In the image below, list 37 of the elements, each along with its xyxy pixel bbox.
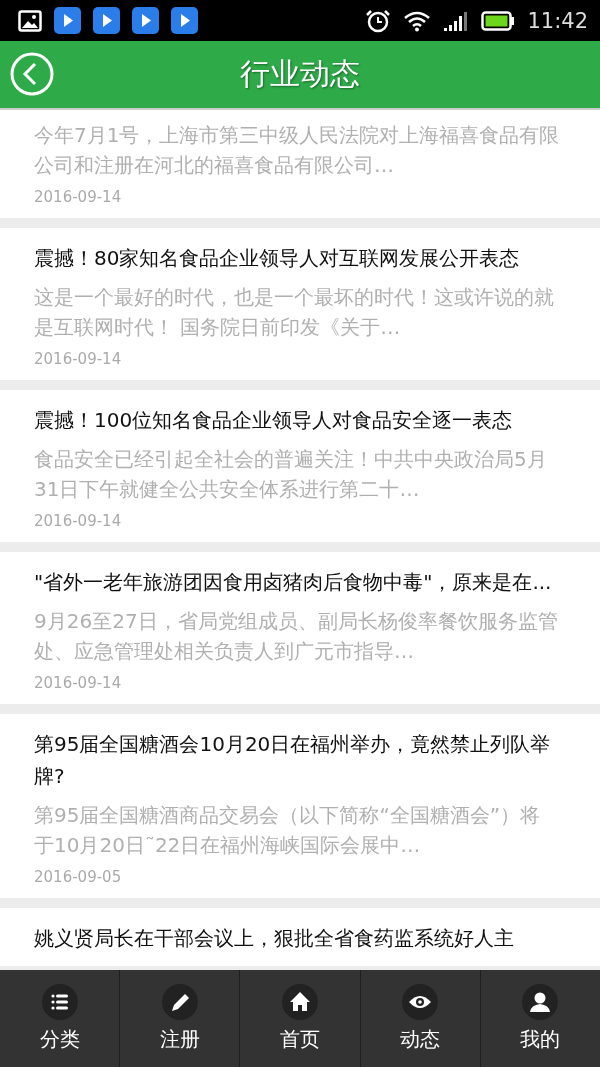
article-card[interactable]: "省外一老年旅游团因食用卤猪肉后食物中毒"，原来是在... 9月26至27日，省局党组成员、副局长杨俊率餐饮服务监管处、应急管理处相关负责人到广元市指导… 2016-09-14 — [0, 552, 600, 704]
home-icon — [282, 984, 318, 1020]
article-card[interactable]: 震撼！100位知名食品企业领导人对食品安全逐一表态 食品安全已经引起全社会的普遍关注！中共中央政治局5月31日下午就健全公共安全体系进行第二十… 2016-09-14 — [0, 390, 600, 542]
article-date: 2016-09-14 — [34, 674, 123, 692]
page-title: 行业动态 — [240, 55, 360, 93]
alarm-icon — [365, 8, 392, 33]
pencil-icon — [161, 984, 198, 1020]
wifi-icon — [403, 9, 432, 32]
list-icon — [41, 984, 78, 1020]
status-time: 11:42 — [527, 8, 588, 33]
article-date: 2016-09-14 — [34, 350, 123, 368]
article-title: 震撼！80家知名食品企业领导人对互联网发展公开表态 — [34, 245, 521, 272]
article-summary: 9月26至27日，省局党组成员、副局长杨俊率餐饮服务监管处、应急管理处相关负责人到广元市指导… — [34, 608, 559, 665]
article-title: 第95届全国糖酒会10月20日在福州举办，竟然禁止列队举牌? — [34, 731, 552, 790]
article-card[interactable]: 震撼！80家知名食品企业领导人对互联网发展公开表态 这是一个最好的时代，也是一个最坏的时代！这或许说的就是互联网时代！ 国务院日前印发《关于… 2016-09-14 — [0, 228, 600, 380]
article-title: 姚义贤局长在干部会议上，狠批全省食药监系统好人主 — [34, 925, 515, 952]
article-card[interactable]: 第95届全国糖酒会10月20日在福州举办，竟然禁止列队举牌? 第95届全国糖酒商品交易会（以下简称“全国糖酒会”）将于10月20日˜22日在福州海峡国际会展中… 2016-09-05 — [0, 714, 600, 898]
article-date: 2016-09-05 — [34, 868, 123, 886]
eye-icon — [402, 984, 439, 1020]
back-icon[interactable] — [10, 52, 54, 96]
user-icon — [522, 984, 559, 1020]
article-summary: 第95届全国糖酒商品交易会（以下简称“全国糖酒会”）将于10月20日˜22日在福州海峡国际会展中… — [34, 802, 542, 859]
article-summary: 食品安全已经引起全社会的普遍关注！中共中央政治局5月31日下午就健全公共安全体系进行第二十… — [34, 446, 548, 503]
article-summary: 今年7月1号，上海市第三中级人民法院对上海福喜食品有限公司和注册在河北的福喜食品有限公司… — [34, 122, 560, 179]
image-icon — [18, 9, 42, 32]
article-title: 震撼！100位知名食品企业领导人对食品安全逐一表态 — [34, 407, 514, 434]
signal-icon — [443, 9, 470, 32]
play-app-icon[interactable] — [54, 7, 81, 34]
battery-icon — [481, 10, 516, 31]
article-date: 2016-09-14 — [34, 188, 123, 206]
play-app-icon[interactable] — [171, 7, 198, 34]
article-card[interactable]: 姚义贤局长在干部会议上，狠批全省食药监系统好人主 — [0, 908, 600, 966]
article-summary: 这是一个最好的时代，也是一个最坏的时代！这或许说的就是互联网时代！ 国务院日前印发《关于… — [34, 284, 555, 341]
article-date: 2016-09-14 — [34, 512, 123, 530]
article-title: "省外一老年旅游团因食用卤猪肉后食物中毒"，原来是在... — [34, 569, 553, 596]
play-app-icon[interactable] — [132, 7, 159, 34]
play-app-icon[interactable] — [93, 7, 120, 34]
